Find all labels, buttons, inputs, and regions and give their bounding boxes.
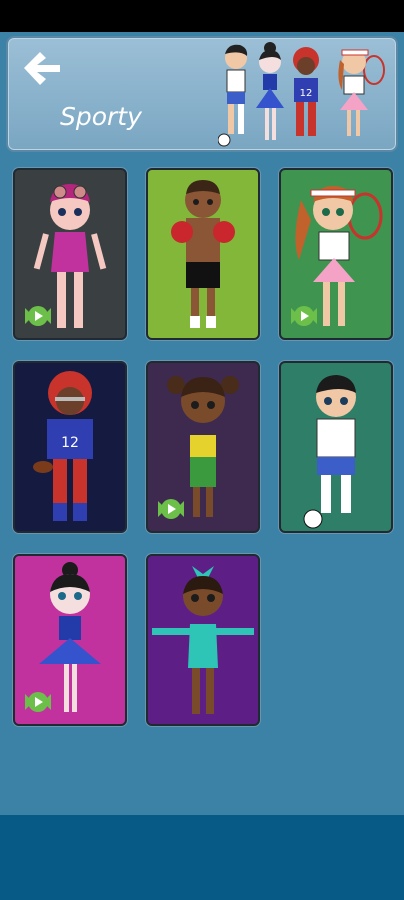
outfit-card-boxer[interactable] [146, 168, 260, 340]
outfit-card-football[interactable]: 12 [13, 361, 127, 533]
outfit-card-runner[interactable] [146, 361, 260, 533]
football-character: 12 [33, 371, 93, 521]
gymnast-character [152, 566, 254, 714]
svg-text:12: 12 [61, 435, 79, 451]
outfit-card-gymnast[interactable] [146, 554, 260, 726]
outfit-card-swimmer[interactable] [13, 168, 127, 340]
svg-text:12: 12 [300, 88, 313, 99]
back-button[interactable] [20, 48, 64, 88]
watch-ad-icon [25, 306, 51, 326]
category-header: Sporty 12 [6, 36, 398, 152]
watch-ad-icon [158, 499, 184, 519]
watch-ad-icon [291, 306, 317, 326]
outfit-card-tennis[interactable] [279, 168, 393, 340]
watch-ad-icon [25, 692, 51, 712]
bottom-banner-area [0, 815, 404, 900]
outfit-card-ballerina[interactable] [13, 554, 127, 726]
status-bar [0, 0, 404, 32]
page-title: Sporty [60, 102, 142, 131]
outfit-card-soccer[interactable] [279, 361, 393, 533]
sporty-group-illustration: 12 [218, 42, 385, 147]
soccer-character [303, 375, 356, 529]
boxer-character [171, 180, 235, 328]
arrow-left-icon [24, 52, 60, 85]
